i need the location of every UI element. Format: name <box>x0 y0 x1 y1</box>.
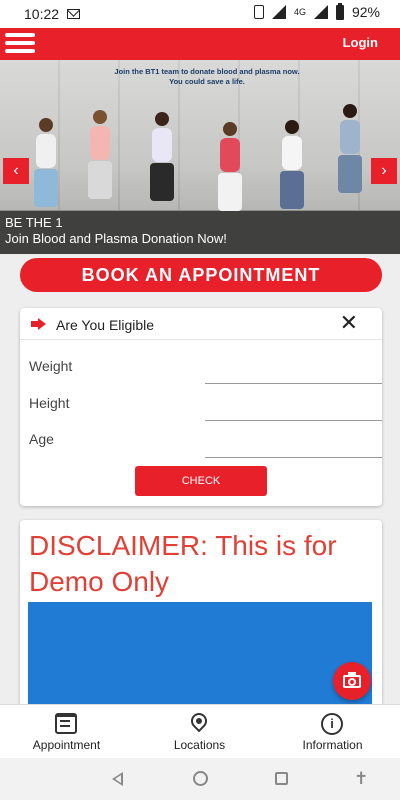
status-time: 10:22 <box>24 6 60 22</box>
camera-button[interactable] <box>333 662 371 700</box>
weight-label: Weight <box>29 358 73 374</box>
signal-icon <box>271 5 286 19</box>
home-icon[interactable] <box>193 771 208 786</box>
vibrate-icon <box>253 5 264 19</box>
book-appointment-button[interactable]: BOOK AN APPOINTMENT <box>20 258 382 292</box>
disclaimer-card: DISCLAIMER: This is for Demo Only <box>20 520 382 710</box>
system-navigation-bar: ✝ <box>0 758 400 800</box>
hero-caption: BE THE 1 Join Blood and Plasma Donation … <box>0 211 400 254</box>
age-input[interactable] <box>205 434 382 458</box>
hero-person <box>150 112 174 201</box>
hero-person <box>218 122 242 211</box>
battery-icon <box>335 2 344 20</box>
age-label: Age <box>29 431 54 447</box>
login-link[interactable]: Login <box>343 35 378 50</box>
hamburger-menu-icon[interactable] <box>5 33 35 55</box>
hero-person <box>338 104 362 193</box>
tab-appointment[interactable]: Appointment <box>0 705 133 759</box>
hero-banner[interactable]: Join the BT1 team to donate blood and pl… <box>0 60 400 254</box>
tab-locations-label: Locations <box>173 738 226 752</box>
height-input[interactable] <box>205 397 382 421</box>
tab-locations[interactable]: Locations <box>133 705 266 759</box>
eligibility-card: Are You Eligible ✕ Weight Height Age CHE… <box>20 308 382 506</box>
tab-appointment-label: Appointment <box>32 738 101 752</box>
back-icon[interactable] <box>112 772 123 786</box>
calendar-icon <box>55 713 77 734</box>
arrow-right-icon <box>31 318 46 330</box>
disclaimer-text: DISCLAIMER: This is for Demo Only <box>29 530 337 597</box>
close-icon[interactable]: ✕ <box>340 312 358 334</box>
tab-information[interactable]: i Information <box>266 705 399 759</box>
carousel-next-button[interactable]: › <box>371 158 397 184</box>
weight-input[interactable] <box>205 360 382 384</box>
bottom-tab-bar: Appointment Locations i Information <box>0 704 400 758</box>
network-type: 4G <box>293 7 306 17</box>
location-pin-icon <box>187 709 211 733</box>
hero-tagline: Join the BT1 team to donate blood and pl… <box>114 67 300 86</box>
hero-person <box>34 118 58 207</box>
hero-person <box>280 120 304 209</box>
hero-caption-title: BE THE 1 <box>5 215 63 230</box>
check-eligibility-button[interactable]: CHECK <box>135 466 267 496</box>
recent-apps-icon[interactable] <box>275 772 288 785</box>
accessibility-icon[interactable]: ✝ <box>354 769 368 789</box>
carousel-prev-button[interactable]: ‹ <box>3 158 29 184</box>
height-label: Height <box>29 395 70 411</box>
mail-notification-icon <box>67 9 80 19</box>
info-icon: i <box>321 713 343 735</box>
status-icons: 4G 92% <box>253 2 380 20</box>
tab-information-label: Information <box>302 738 363 752</box>
hero-caption-subtitle: Join Blood and Plasma Donation Now! <box>5 231 227 246</box>
cellular-signal-icon <box>313 5 328 19</box>
eligibility-header: Are You Eligible ✕ <box>20 308 382 340</box>
status-bar: 10:22 4G 92% <box>0 0 400 28</box>
app-header: Login <box>0 28 400 60</box>
eligibility-title: Are You Eligible <box>56 317 155 333</box>
battery-level: 92% <box>351 4 380 20</box>
hero-person <box>88 110 112 199</box>
disclaimer-media <box>28 602 372 710</box>
